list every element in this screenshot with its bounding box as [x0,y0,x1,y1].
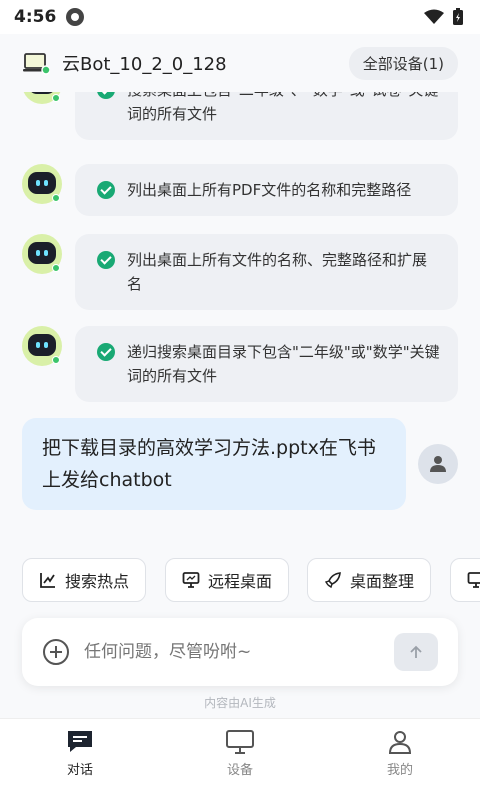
add-icon[interactable] [42,638,70,666]
tab-label: 设备 [226,763,253,778]
bot-message-text: 搜索桌面上包含"二年级"、"数学"或"试卷"关键词的所有文件 [127,92,438,123]
bot-message-text: 列出桌面上所有PDF文件的名称和完整路径 [127,181,412,199]
tab-label: 我的 [386,763,413,778]
chat-icon [68,731,92,752]
laptop-icon [23,53,50,75]
check-icon [97,251,115,269]
bot-message: 列出桌面上所有文件的名称、完整路径和扩展名 [22,234,458,310]
bot-bubble: 列出桌面上所有文件的名称、完整路径和扩展名 [75,234,458,310]
quick-action-desktop-organize[interactable]: 桌面整理 [307,558,432,602]
tab-bar: 对话 设备 我的 [0,718,480,788]
bot-message-text: 列出桌面上所有文件的名称、完整路径和扩展名 [127,251,428,293]
battery-icon [453,8,463,25]
bot-avatar [22,234,62,274]
status-bar: 4:56 [0,0,480,34]
check-icon [97,92,115,99]
message-input[interactable] [84,642,374,662]
check-icon [97,343,115,361]
arrow-up-icon [410,645,422,658]
rocket-icon [324,572,341,589]
user-message: 把下载目录的高效学习方法.pptx在飞书上发给chatbot [22,418,458,510]
person-icon [388,731,412,754]
chat-area[interactable]: 搜索桌面上包含"二年级"、"数学"或"试卷"关键词的所有文件 列出桌面上所有PD… [0,92,480,540]
quick-action-more[interactable] [450,558,480,602]
tab-devices[interactable]: 设备 [160,719,320,788]
monitor-icon [467,572,480,588]
bot-avatar [22,326,62,366]
notification-app-icon [66,8,85,26]
input-bar [22,618,458,686]
bot-avatar [22,92,62,104]
quick-action-label: 搜索热点 [65,572,130,591]
device-title: 云Bot_10_2_0_128 [62,54,227,75]
status-icons [424,8,464,26]
status-time: 4:56 [14,7,57,27]
bot-avatar [22,164,62,204]
quick-action-label: 桌面整理 [350,572,415,591]
bot-bubble: 列出桌面上所有PDF文件的名称和完整路径 [75,164,458,216]
user-avatar [418,444,458,484]
header: 云Bot_10_2_0_128 全部设备(1) [0,34,480,92]
wifi-icon [424,9,444,24]
monitor-icon [226,730,254,754]
quick-action-label: 远程桌面 [208,572,273,591]
bot-bubble: 递归搜索桌面目录下包含"二年级"或"数学"关键词的所有文件 [75,326,458,402]
ai-generated-note: 内容由AI生成 [204,696,276,710]
bot-message: 递归搜索桌面目录下包含"二年级"或"数学"关键词的所有文件 [22,326,458,402]
bot-message: 搜索桌面上包含"二年级"、"数学"或"试卷"关键词的所有文件 [22,92,458,140]
person-icon [430,456,446,472]
check-icon [97,181,115,199]
all-devices-button[interactable]: 全部设备(1) [348,46,458,80]
user-bubble: 把下载目录的高效学习方法.pptx在飞书上发给chatbot [22,418,406,510]
bot-message-text: 递归搜索桌面目录下包含"二年级"或"数学"关键词的所有文件 [127,343,440,385]
tab-label: 对话 [66,763,93,778]
tab-profile[interactable]: 我的 [320,719,480,788]
send-button[interactable] [394,633,438,671]
tab-chat[interactable]: 对话 [0,719,160,788]
monitor-icon [182,572,200,588]
quick-action-remote-desktop[interactable]: 远程桌面 [165,558,290,602]
bot-bubble: 搜索桌面上包含"二年级"、"数学"或"试卷"关键词的所有文件 [75,92,458,140]
chart-icon [40,573,55,588]
quick-action-search-hot[interactable]: 搜索热点 [22,558,147,602]
quick-actions: 搜索热点 远程桌面 桌面整理 [0,558,480,604]
bot-message: 列出桌面上所有PDF文件的名称和完整路径 [22,164,458,216]
